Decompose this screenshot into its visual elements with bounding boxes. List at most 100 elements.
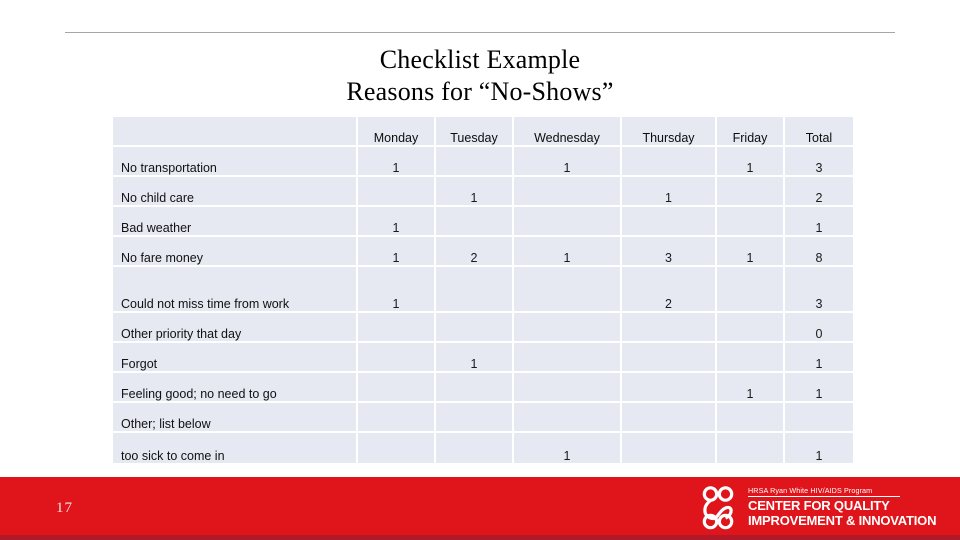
row-label: No child care (113, 177, 358, 207)
cell-monday: 1 (358, 207, 436, 237)
cell-tuesday: 2 (436, 237, 514, 267)
cell-thursday (622, 207, 717, 237)
column-header-thursday: Thursday (622, 117, 717, 147)
row-label: Other priority that day (113, 313, 358, 343)
cell-wednesday: 1 (514, 433, 622, 463)
cell-thursday (622, 373, 717, 403)
table-row: Could not miss time from work 1 2 3 (113, 267, 853, 313)
cell-friday (717, 433, 785, 463)
cell-tuesday (436, 433, 514, 463)
cell-wednesday (514, 403, 622, 433)
column-header-total: Total (785, 117, 853, 147)
cell-tuesday: 1 (436, 177, 514, 207)
cell-total: 3 (785, 147, 853, 177)
cell-tuesday (436, 207, 514, 237)
logo-text-block: HRSA Ryan White HIV/AIDS Program CENTER … (748, 486, 936, 529)
cell-tuesday (436, 147, 514, 177)
table-body: No transportation 1 1 1 3 No child care … (113, 147, 853, 463)
column-header-monday: Monday (358, 117, 436, 147)
column-header-friday: Friday (717, 117, 785, 147)
cell-thursday (622, 147, 717, 177)
cell-friday: 1 (717, 147, 785, 177)
logo-line-1: CENTER FOR QUALITY (748, 498, 890, 514)
cell-friday (717, 343, 785, 373)
two-people-intertwined-logo-icon (695, 484, 741, 530)
cell-wednesday (514, 313, 622, 343)
cell-monday: 1 (358, 147, 436, 177)
cell-total (785, 403, 853, 433)
cell-total: 1 (785, 207, 853, 237)
cell-tuesday: 1 (436, 343, 514, 373)
cell-monday: 1 (358, 267, 436, 313)
page-number: 17 (56, 500, 73, 516)
cell-total: 1 (785, 433, 853, 463)
slide: Checklist Example Reasons for “No-Shows”… (0, 0, 960, 540)
cell-wednesday (514, 343, 622, 373)
table-row: No child care 1 1 2 (113, 177, 853, 207)
cell-friday: 1 (717, 237, 785, 267)
checklist-table: Monday Tuesday Wednesday Thursday Friday… (113, 117, 853, 463)
organization-logo: HRSA Ryan White HIV/AIDS Program CENTER … (695, 481, 936, 533)
cell-friday (717, 177, 785, 207)
cell-monday (358, 403, 436, 433)
column-header-wednesday: Wednesday (514, 117, 622, 147)
cell-wednesday: 1 (514, 237, 622, 267)
table-row: Other priority that day 0 (113, 313, 853, 343)
table-header: Monday Tuesday Wednesday Thursday Friday… (113, 117, 853, 147)
checklist-table-wrapper: Monday Tuesday Wednesday Thursday Friday… (113, 117, 853, 463)
cell-monday (358, 177, 436, 207)
cell-monday (358, 343, 436, 373)
cell-tuesday (436, 267, 514, 313)
cell-total: 1 (785, 373, 853, 403)
header-divider (65, 32, 895, 33)
column-header-tuesday: Tuesday (436, 117, 514, 147)
cell-thursday: 3 (622, 237, 717, 267)
cell-friday (717, 267, 785, 313)
cell-total: 8 (785, 237, 853, 267)
cell-tuesday (436, 313, 514, 343)
cell-thursday (622, 343, 717, 373)
cell-tuesday (436, 403, 514, 433)
row-label: Bad weather (113, 207, 358, 237)
cell-wednesday: 1 (514, 147, 622, 177)
cell-total: 2 (785, 177, 853, 207)
table-row: No fare money 1 2 1 3 1 8 (113, 237, 853, 267)
table-row: No transportation 1 1 1 3 (113, 147, 853, 177)
table-row: too sick to come in 1 1 (113, 433, 853, 463)
cell-wednesday (514, 177, 622, 207)
cell-friday (717, 207, 785, 237)
table-header-row: Monday Tuesday Wednesday Thursday Friday… (113, 117, 853, 147)
cell-total: 0 (785, 313, 853, 343)
cell-thursday (622, 403, 717, 433)
cell-monday (358, 433, 436, 463)
cell-friday (717, 403, 785, 433)
row-label: No fare money (113, 237, 358, 267)
page-title: Checklist Example Reasons for “No-Shows” (0, 44, 960, 108)
row-label: No transportation (113, 147, 358, 177)
cell-monday (358, 373, 436, 403)
table-row: Forgot 1 1 (113, 343, 853, 373)
table-row: Feeling good; no need to go 1 1 (113, 373, 853, 403)
cell-wednesday (514, 207, 622, 237)
table-row: Bad weather 1 1 (113, 207, 853, 237)
table-row: Other; list below (113, 403, 853, 433)
cell-total: 1 (785, 343, 853, 373)
title-line-2: Reasons for “No-Shows” (346, 77, 614, 106)
cell-friday (717, 313, 785, 343)
cell-thursday (622, 433, 717, 463)
cell-thursday: 1 (622, 177, 717, 207)
title-line-1: Checklist Example (379, 45, 581, 74)
footer-bottom-edge (0, 535, 960, 540)
row-label: too sick to come in (113, 433, 358, 463)
row-label: Could not miss time from work (113, 267, 358, 313)
cell-monday: 1 (358, 237, 436, 267)
logo-tagline: HRSA Ryan White HIV/AIDS Program (748, 486, 900, 498)
column-header-reason (113, 117, 358, 147)
cell-wednesday (514, 373, 622, 403)
cell-wednesday (514, 267, 622, 313)
row-label: Feeling good; no need to go (113, 373, 358, 403)
row-label: Other; list below (113, 403, 358, 433)
row-label: Forgot (113, 343, 358, 373)
cell-thursday: 2 (622, 267, 717, 313)
cell-thursday (622, 313, 717, 343)
